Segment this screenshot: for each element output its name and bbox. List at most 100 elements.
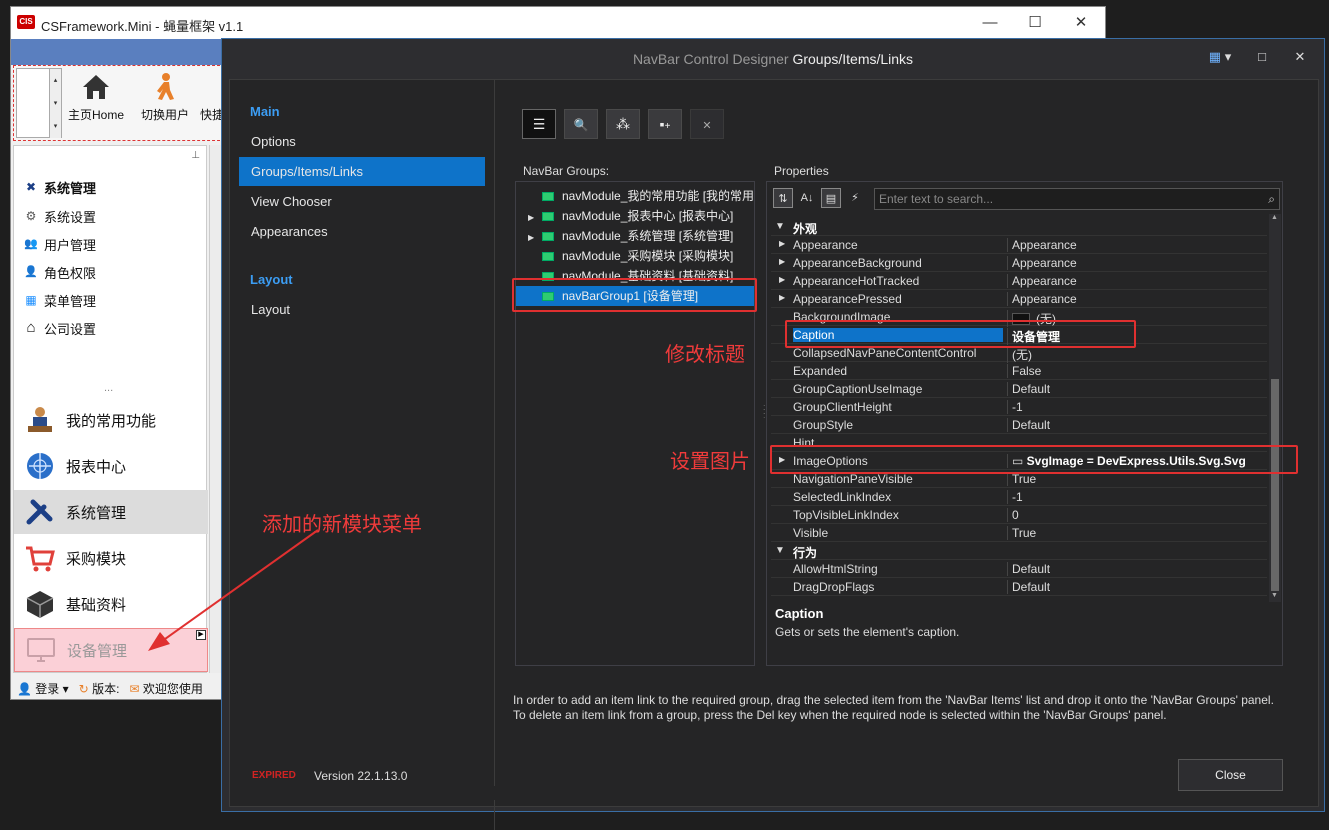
dialog-maximize-button[interactable]: □ <box>1250 49 1274 64</box>
property-value[interactable]: 0 <box>1007 508 1267 522</box>
search-icon: ⌕ <box>1268 192 1275 206</box>
groups-label: NavBar Groups: <box>523 164 610 178</box>
property-category[interactable]: ▼ 外观 <box>771 218 1267 236</box>
nav-group-header-system[interactable]: ✖ 系统管理 <box>24 176 96 198</box>
combo-up-icon[interactable]: ▴ <box>49 69 61 92</box>
expand-arrow-icon[interactable]: ▶ <box>779 293 785 302</box>
alphabetical-icon[interactable]: A↓ <box>797 188 817 208</box>
collapse-icon[interactable]: ▼ <box>775 545 785 556</box>
property-search-input[interactable]: Enter text to search... ⌕ <box>874 188 1280 210</box>
cube-icon <box>26 591 54 618</box>
expand-arrow-icon[interactable]: ▶ <box>779 257 785 266</box>
property-value[interactable]: True <box>1007 472 1267 486</box>
property-value[interactable]: Default <box>1007 418 1267 432</box>
property-row[interactable]: DragDropFlags Default <box>771 578 1267 596</box>
scrollbar-thumb[interactable] <box>1271 379 1279 591</box>
expand-arrow-icon[interactable]: ▶ <box>779 239 785 248</box>
property-value[interactable]: Appearance <box>1007 256 1267 270</box>
tree-node[interactable]: navModule_我的常用功能 [我的常用 <box>516 186 754 206</box>
layout-menu-icon[interactable]: ▦ ▾ <box>1208 49 1232 65</box>
property-value[interactable]: Appearance <box>1007 292 1267 306</box>
combo-down-icon[interactable]: ▾ <box>49 115 61 138</box>
nav-group-favorites[interactable]: 我的常用功能 <box>14 398 208 442</box>
property-value[interactable]: Default <box>1007 382 1267 396</box>
toolbar-add-group-button[interactable]: ⁂ <box>606 109 640 139</box>
nav-item-system-settings[interactable]: ⚙ 系统设置 <box>24 205 96 227</box>
property-value[interactable]: -1 <box>1007 490 1267 504</box>
ribbon-home-button[interactable]: 主页Home <box>64 70 128 136</box>
tree-node[interactable]: ▶ navModule_报表中心 [报表中心] <box>516 206 754 226</box>
nav-group-label: 报表中心 <box>66 458 127 476</box>
nav-appearances[interactable]: Appearances <box>239 217 485 246</box>
close-button[interactable]: Close <box>1178 759 1283 791</box>
combo-dropdown-icon[interactable]: ▾ <box>49 92 61 115</box>
windows-icon: ▦ <box>25 293 37 307</box>
expand-arrow-icon[interactable]: ▶ <box>779 275 785 284</box>
gear-icon: ⚙ <box>25 209 37 223</box>
ribbon-combo[interactable]: ▴ ▾ ▾ <box>16 68 62 138</box>
users-icon: 👥 <box>24 238 38 250</box>
property-row[interactable]: Expanded False <box>771 362 1267 380</box>
tree-node[interactable]: ▶ navModule_系统管理 [系统管理] <box>516 226 754 246</box>
navbar-designer-dialog: NavBar Control Designer Groups/Items/Lin… <box>221 38 1325 830</box>
property-value[interactable]: True <box>1007 526 1267 540</box>
nav-options[interactable]: Options <box>239 127 485 156</box>
ribbon-switch-user-button[interactable]: 切换用户 <box>134 70 196 136</box>
nav-item-company-settings[interactable]: ⌂ 公司设置 <box>24 317 96 339</box>
property-value[interactable]: False <box>1007 364 1267 378</box>
description-title: Caption <box>775 606 824 621</box>
property-row[interactable]: ▶ AppearanceBackground Appearance <box>771 254 1267 272</box>
toolbar-list-button[interactable]: ☰ <box>522 109 556 139</box>
property-category[interactable]: ▼ 行为 <box>771 542 1267 560</box>
property-row[interactable]: GroupCaptionUseImage Default <box>771 380 1267 398</box>
property-row[interactable]: ▶ AppearanceHotTracked Appearance <box>771 272 1267 290</box>
property-row[interactable]: GroupClientHeight -1 <box>771 398 1267 416</box>
tree-node[interactable]: navModule_采购模块 [采购模块] <box>516 246 754 266</box>
house-icon: ⌂ <box>26 319 36 336</box>
property-row[interactable]: ▶ AppearancePressed Appearance <box>771 290 1267 308</box>
property-value[interactable]: Appearance <box>1007 274 1267 288</box>
nav-groups-items-links[interactable]: Groups/Items/Links <box>239 157 485 186</box>
property-name: 行为 <box>793 546 818 560</box>
property-name: Appearance <box>793 238 858 252</box>
tools-icon: ✖ <box>25 180 37 194</box>
property-row[interactable]: GroupStyle Default <box>771 416 1267 434</box>
property-row[interactable]: SelectedLinkIndex -1 <box>771 488 1267 506</box>
property-value[interactable]: (无) <box>1007 346 1267 363</box>
nav-item-user-management[interactable]: 👥 用户管理 <box>24 233 96 255</box>
property-row[interactable]: ▶ Appearance Appearance <box>771 236 1267 254</box>
property-row[interactable]: AllowHtmlString Default <box>771 560 1267 578</box>
property-value[interactable]: Default <box>1007 580 1267 594</box>
minimize-button[interactable]: — <box>968 11 1012 35</box>
property-scrollbar[interactable]: ▲ ▼ <box>1269 214 1281 602</box>
property-value[interactable]: -1 <box>1007 400 1267 414</box>
app-close-button[interactable]: ✕ <box>1059 11 1103 35</box>
nav-item-menu-management[interactable]: ▦ 菜单管理 <box>24 289 96 311</box>
toolbar-add-item-button[interactable]: ▪+ <box>648 109 682 139</box>
nav-layout[interactable]: Layout <box>239 295 485 324</box>
nav-view-chooser[interactable]: View Chooser <box>239 187 485 216</box>
pin-icon[interactable]: ⊥ <box>191 150 200 161</box>
property-row[interactable]: Visible True <box>771 524 1267 542</box>
property-row[interactable]: TopVisibleLinkIndex 0 <box>771 506 1267 524</box>
property-value[interactable]: Default <box>1007 562 1267 576</box>
property-pages-icon[interactable]: ▤ <box>821 188 841 208</box>
splitter-grip[interactable]: ... <box>104 382 113 394</box>
collapse-icon[interactable]: ▼ <box>775 221 785 232</box>
expand-arrow-icon: ▶ <box>528 213 535 222</box>
dialog-title-bar: NavBar Control Designer Groups/Items/Lin… <box>222 39 1324 79</box>
navbar-groups-tree: navModule_我的常用功能 [我的常用 ▶ navModule_报表中心 [… <box>515 181 755 666</box>
toolbar-delete-button[interactable]: ✕ <box>690 109 724 139</box>
nav-item-role-permission[interactable]: 👤 角色权限 <box>24 261 96 283</box>
toolbar-search-button[interactable]: 🔍 <box>564 109 598 139</box>
nav-group-reports[interactable]: 报表中心 <box>14 444 208 488</box>
events-icon[interactable]: ⚡ <box>845 188 865 208</box>
property-value[interactable]: Appearance <box>1007 238 1267 252</box>
maximize-button[interactable]: ☐ <box>1013 11 1057 35</box>
login-status[interactable]: 👤 登录 ▾ <box>17 680 69 697</box>
delete-icon: ✕ <box>702 120 712 132</box>
home-icon <box>83 75 109 99</box>
annotation-arrow <box>148 529 319 651</box>
dialog-close-icon[interactable]: ✕ <box>1288 49 1312 65</box>
categorized-icon[interactable]: ⇅ <box>773 188 793 208</box>
